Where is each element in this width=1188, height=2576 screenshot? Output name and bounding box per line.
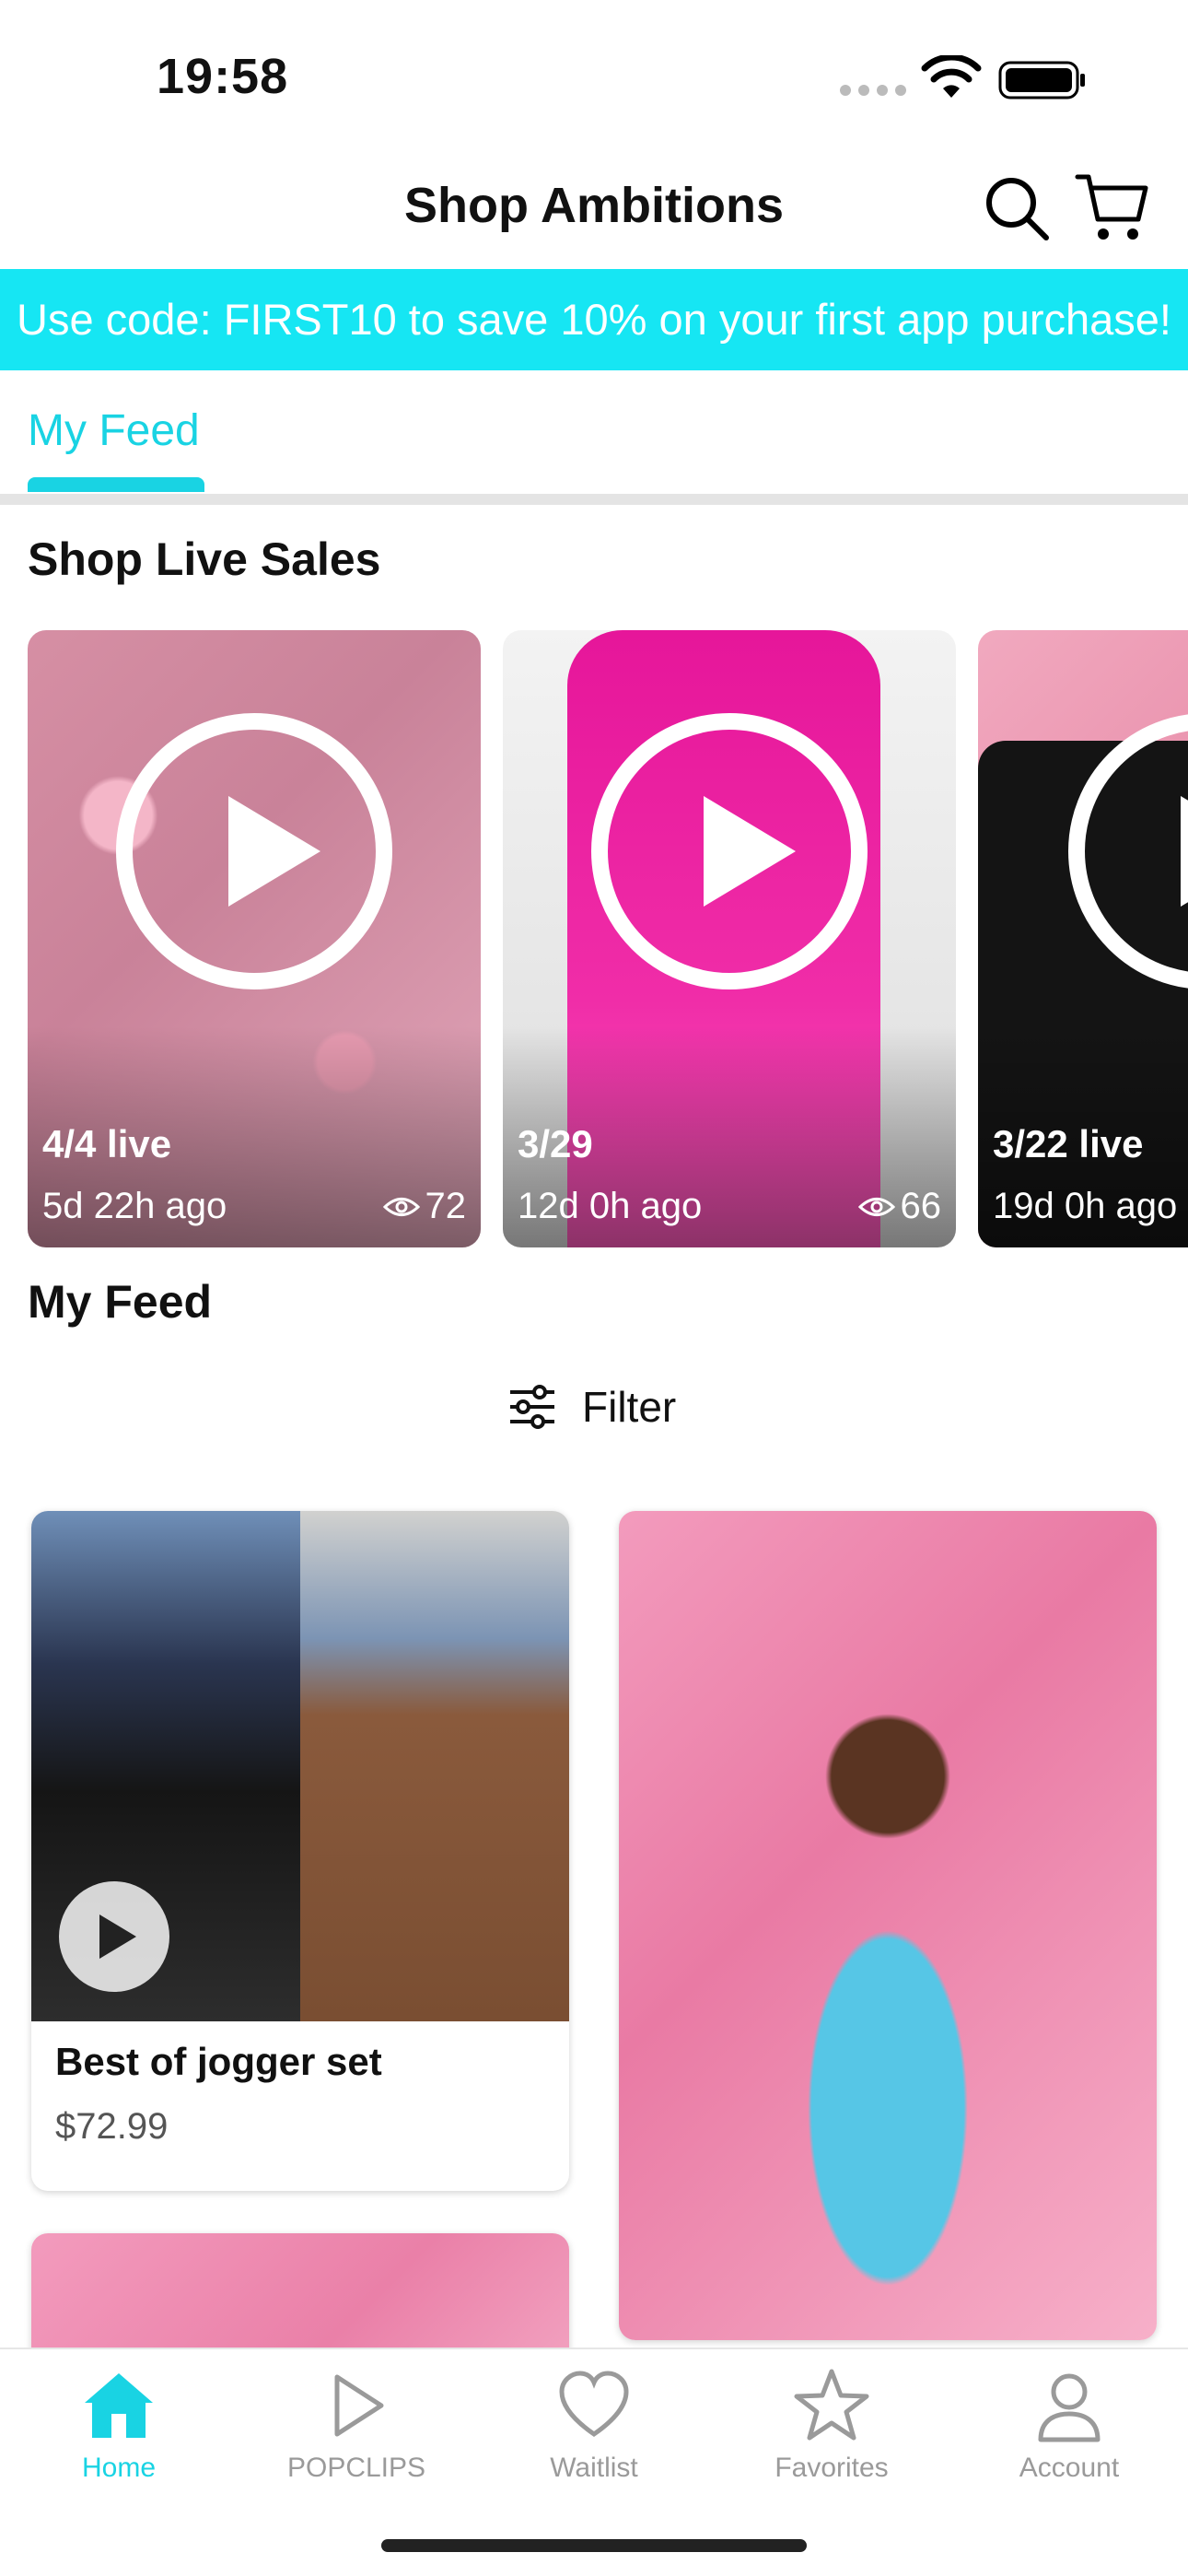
feed-tabs: My Feed bbox=[0, 370, 1188, 503]
heart-icon bbox=[559, 2371, 629, 2438]
tab-active-indicator bbox=[28, 477, 204, 492]
tab-account[interactable]: Account bbox=[950, 2366, 1188, 2484]
view-count: 72 bbox=[382, 1186, 467, 1227]
tab-label: Waitlist bbox=[550, 2453, 638, 2483]
person-icon bbox=[1038, 2373, 1101, 2442]
filter-icon bbox=[510, 1385, 554, 1429]
play-icon[interactable] bbox=[59, 1881, 169, 1992]
live-sale-card[interactable]: 3/22 live 19d 0h ago bbox=[978, 630, 1188, 1247]
play-icon[interactable] bbox=[591, 713, 868, 989]
view-count: 66 bbox=[857, 1186, 942, 1227]
live-sale-ago: 12d 0h ago bbox=[518, 1186, 703, 1226]
live-sale-card[interactable]: 4/4 live 5d 22h ago 72 bbox=[28, 630, 481, 1247]
tab-popclips[interactable]: POPCLIPS bbox=[238, 2366, 475, 2484]
tab-my-feed[interactable]: My Feed bbox=[28, 405, 200, 456]
product-card[interactable]: Best of jogger set $72.99 bbox=[31, 1511, 569, 2191]
status-time: 19:58 bbox=[157, 49, 289, 104]
play-icon bbox=[334, 2374, 384, 2437]
home-indicator[interactable] bbox=[381, 2539, 807, 2552]
live-sale-label: 3/29 bbox=[518, 1122, 593, 1165]
product-name: Best of jogger set bbox=[55, 2040, 382, 2083]
view-count-value: 66 bbox=[900, 1186, 942, 1226]
live-sale-label: 3/22 live bbox=[993, 1122, 1144, 1165]
section-title-my-feed: My Feed bbox=[28, 1276, 213, 1328]
live-sale-ago: 5d 22h ago bbox=[42, 1186, 227, 1226]
tab-home[interactable]: Home bbox=[0, 2366, 238, 2484]
cart-icon[interactable] bbox=[1074, 171, 1149, 245]
app-header: Shop Ambitions bbox=[0, 147, 1188, 269]
tab-waitlist[interactable]: Waitlist bbox=[475, 2366, 713, 2484]
divider bbox=[0, 494, 1188, 505]
play-icon[interactable] bbox=[116, 713, 392, 989]
view-count-value: 72 bbox=[425, 1186, 467, 1226]
search-icon[interactable] bbox=[982, 173, 1052, 243]
promo-banner[interactable]: Use code: FIRST10 to save 10% on your fi… bbox=[0, 269, 1188, 370]
signal-icon bbox=[840, 85, 906, 96]
product-card[interactable] bbox=[619, 1511, 1157, 2340]
tab-label: Account bbox=[1019, 2453, 1120, 2483]
live-sale-label: 4/4 live bbox=[42, 1122, 172, 1165]
star-icon bbox=[794, 2369, 869, 2441]
wifi-icon bbox=[921, 55, 982, 98]
live-sale-ago: 19d 0h ago bbox=[993, 1186, 1178, 1226]
eye-icon bbox=[382, 1197, 420, 1216]
filter-label: Filter bbox=[582, 1383, 677, 1431]
tab-label: Favorites bbox=[775, 2453, 889, 2483]
tab-label: POPCLIPS bbox=[286, 2453, 426, 2483]
filter-button[interactable]: Filter bbox=[507, 1375, 676, 1439]
tab-label: Home bbox=[81, 2453, 157, 2483]
status-bar: 19:58 bbox=[0, 0, 1188, 147]
home-icon bbox=[85, 2373, 153, 2438]
live-sales-carousel[interactable]: 4/4 live 5d 22h ago 72 3/29 12d 0h ago 6… bbox=[0, 630, 1188, 1247]
live-sale-card[interactable]: 3/29 12d 0h ago 66 bbox=[503, 630, 956, 1247]
eye-icon bbox=[857, 1197, 895, 1216]
battery-icon bbox=[998, 61, 1085, 100]
product-price: $72.99 bbox=[55, 2106, 169, 2147]
tab-favorites[interactable]: Favorites bbox=[713, 2366, 950, 2484]
section-title-live-sales: Shop Live Sales bbox=[28, 533, 381, 585]
